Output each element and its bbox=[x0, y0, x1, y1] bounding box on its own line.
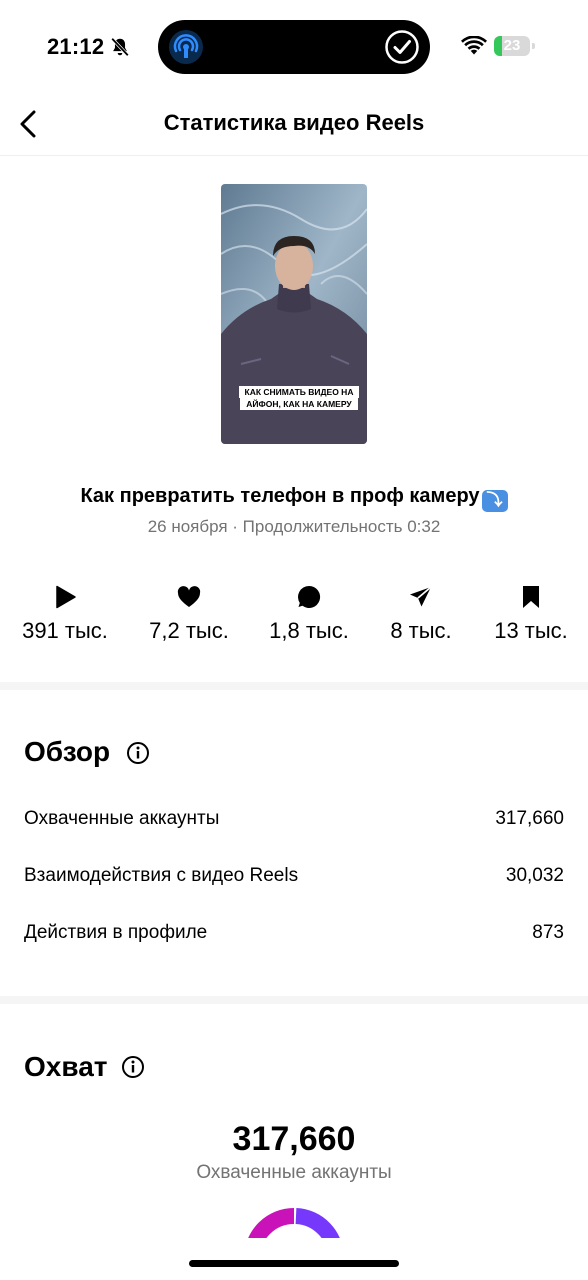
reach-title: Охват bbox=[24, 1051, 108, 1082]
thumbnail-caption: КАК СНИМАТЬ ВИДЕО НА АЙФОН, КАК НА КАМЕР… bbox=[237, 386, 361, 410]
stat-plays: 391 тыс. bbox=[5, 584, 125, 644]
stat-value: 7,2 тыс. bbox=[149, 618, 229, 643]
reach-donut-chart bbox=[244, 1208, 344, 1238]
reel-thumbnail[interactable]: КАК СНИМАТЬ ВИДЕО НА АЙФОН, КАК НА КАМЕР… bbox=[221, 184, 367, 444]
row-value: 317,660 bbox=[495, 808, 564, 829]
airdrop-icon bbox=[169, 30, 203, 64]
reach-total-label: Охваченные аккаунты bbox=[196, 1162, 392, 1183]
stat-shares: 8 тыс. bbox=[361, 584, 481, 644]
stat-value: 1,8 тыс. bbox=[269, 618, 349, 643]
info-icon[interactable] bbox=[121, 1055, 145, 1079]
row-label: Действия в профиле bbox=[24, 922, 208, 943]
checkmark-circle-icon bbox=[385, 30, 419, 64]
donut-segment-followers bbox=[248, 1208, 295, 1238]
play-icon bbox=[56, 585, 76, 609]
info-icon[interactable] bbox=[126, 741, 150, 765]
donut-segment-non-followers bbox=[295, 1208, 340, 1238]
stat-value: 8 тыс. bbox=[390, 618, 452, 643]
wifi-icon bbox=[461, 36, 487, 55]
reel-stats: 391 тыс. 7,2 тыс. 1,8 тыс. 8 тыс. 13 тыс… bbox=[0, 584, 588, 646]
page-title: Статистика видео Reels bbox=[163, 110, 425, 135]
section-divider bbox=[0, 996, 588, 1004]
stat-likes: 7,2 тыс. bbox=[129, 584, 249, 644]
arrow-down-emoji-icon: ⤵ bbox=[481, 490, 508, 512]
reach-total-value: 317,660 bbox=[232, 1120, 356, 1158]
overview-title: Обзор bbox=[24, 736, 111, 767]
home-indicator[interactable] bbox=[189, 1260, 399, 1267]
battery-indicator: 23 bbox=[494, 36, 536, 56]
stat-saves: 13 тыс. bbox=[471, 584, 588, 644]
stat-value: 13 тыс. bbox=[494, 618, 568, 643]
row-value: 873 bbox=[532, 922, 564, 943]
dynamic-island[interactable] bbox=[158, 20, 430, 74]
reel-meta: 26 ноября · Продолжительность 0:32 bbox=[147, 517, 441, 536]
bell-off-icon bbox=[111, 37, 129, 57]
row-value: 30,032 bbox=[505, 865, 564, 886]
navigation-header: Статистика видео Reels bbox=[0, 92, 588, 156]
stat-comments: 1,8 тыс. bbox=[249, 584, 369, 644]
heart-icon bbox=[177, 586, 201, 607]
status-time: 21:12 bbox=[47, 34, 105, 59]
status-bar: 21:12 23 bbox=[0, 0, 588, 92]
share-icon bbox=[410, 586, 432, 607]
section-divider bbox=[0, 682, 588, 690]
battery-level: 23 bbox=[503, 37, 521, 54]
overview-row-profile-activity[interactable]: Действия в профиле 873 bbox=[24, 922, 564, 944]
row-label: Взаимодействия с видео Reels bbox=[24, 865, 299, 886]
stat-value: 391 тыс. bbox=[22, 618, 108, 643]
overview-row-accounts-reached[interactable]: Охваченные аккаунты 317,660 bbox=[24, 808, 564, 830]
bookmark-icon bbox=[523, 586, 539, 608]
row-label: Охваченные аккаунты bbox=[24, 808, 220, 829]
comment-icon bbox=[298, 585, 321, 608]
reel-title: Как превратить телефон в проф камеру ⤵ bbox=[0, 485, 588, 512]
overview-row-reels-interactions[interactable]: Взаимодействия с видео Reels 30,032 bbox=[24, 865, 564, 887]
